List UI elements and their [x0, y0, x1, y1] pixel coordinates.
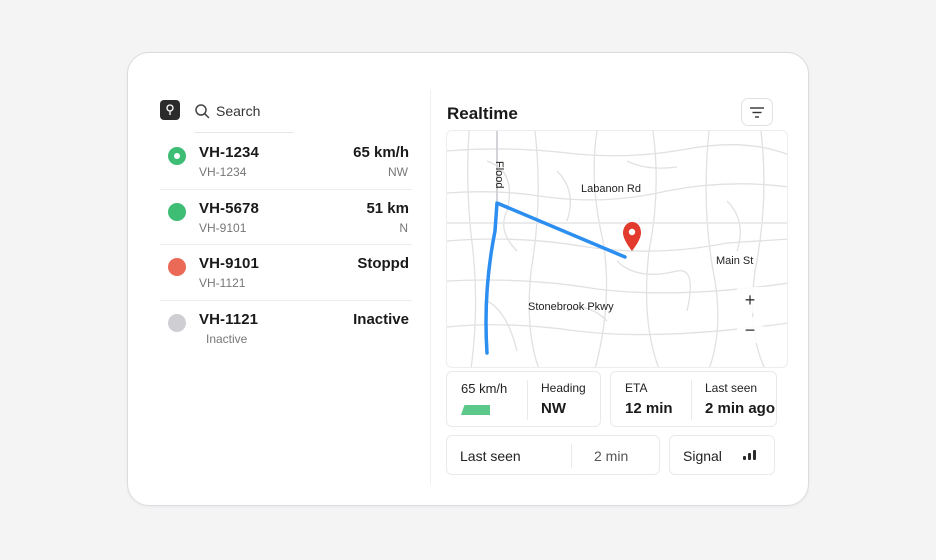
zoom-in-button[interactable]: +: [737, 287, 763, 313]
search-input[interactable]: Search: [194, 99, 294, 133]
vehicle-row-vh-9101[interactable]: VH-9101 VH-1121 Stoppd: [160, 245, 412, 301]
search-icon: [195, 104, 210, 119]
speed-value: 65 km/h: [461, 381, 508, 396]
filter-icon: [750, 106, 764, 118]
signal-strength-icon: [743, 450, 756, 460]
signal-bar: Signal: [669, 435, 775, 475]
app-logo-icon[interactable]: [160, 100, 180, 120]
vehicle-id: VH-1121: [199, 310, 259, 328]
vehicle-status: Stoppd: [357, 255, 409, 272]
vehicle-sub: VH-1234: [199, 165, 247, 179]
last-seen-bottom-label: Last seen: [460, 448, 521, 464]
street-label-vertical: Flood: [493, 161, 505, 189]
vehicle-sub: Inactive: [206, 331, 248, 346]
map-view[interactable]: Flood Labanon Rd Main St Stonebrook Pkwy…: [446, 130, 788, 368]
tile-divider: [571, 444, 572, 468]
status-moving-icon: [168, 147, 186, 165]
vehicle-row-vh-1234[interactable]: VH-1234 VH-1234 65 km/h NW: [160, 134, 412, 190]
signal-label: Signal: [683, 448, 722, 464]
zoom-out-button[interactable]: −: [737, 317, 763, 343]
tile-divider: [527, 380, 528, 420]
last-seen-bottom-value: 2 min: [594, 448, 629, 464]
eta-label: ETA: [625, 381, 648, 395]
route-line: [484, 201, 627, 355]
street-label-labanon: Labanon Rd: [581, 183, 641, 195]
vehicle-id: VH-9101: [199, 255, 259, 272]
page-title: Realtime: [447, 104, 518, 123]
vehicle-distance: 51 km: [366, 199, 409, 217]
vehicle-sub: VH-9101: [199, 220, 247, 235]
vehicle-row-vh-1121[interactable]: VH-1121 Inactive Inactive: [160, 301, 412, 357]
vehicle-heading: N: [399, 220, 408, 235]
street-label-stonebrook: Stonebrook Pkwy: [528, 301, 614, 313]
status-inactive-icon: [168, 313, 186, 332]
vehicle-id: VH-5678: [199, 199, 259, 217]
vehicle-list: VH-1234 VH-1234 65 km/h NW VH-5678 VH-91…: [160, 134, 412, 356]
last-seen-value: 2 min ago: [705, 400, 776, 417]
speed-bar: [461, 405, 490, 415]
vehicle-sub: VH-1121: [199, 276, 246, 290]
filter-button[interactable]: [741, 98, 773, 126]
vehicle-row-vh-5678[interactable]: VH-5678 VH-9101 51 km N: [160, 190, 412, 245]
location-pin-icon: [623, 222, 641, 251]
heading-label: Heading: [541, 381, 586, 395]
vehicle-speed: 65 km/h: [353, 144, 409, 161]
last-seen-label: Last seen: [705, 381, 758, 395]
last-seen-bar: Last seen 2 min: [446, 435, 660, 475]
heading-value: NW: [541, 400, 566, 417]
status-moving-icon: [168, 202, 186, 221]
tile-divider: [691, 380, 692, 420]
search-placeholder: Search: [216, 103, 261, 119]
vehicle-id: VH-1234: [199, 144, 259, 161]
status-stopped-icon: [168, 258, 186, 276]
street-label-main: Main St: [716, 255, 754, 267]
eta-lastseen-tile: ETA 12 min Last seen 2 min ago: [610, 371, 777, 427]
panel-divider: [430, 90, 431, 485]
speed-heading-tile: 65 km/h Heading NW: [446, 371, 601, 427]
vehicle-status: Inactive: [353, 310, 409, 328]
vehicle-heading: NW: [388, 165, 408, 179]
eta-value: 12 min: [625, 400, 673, 417]
